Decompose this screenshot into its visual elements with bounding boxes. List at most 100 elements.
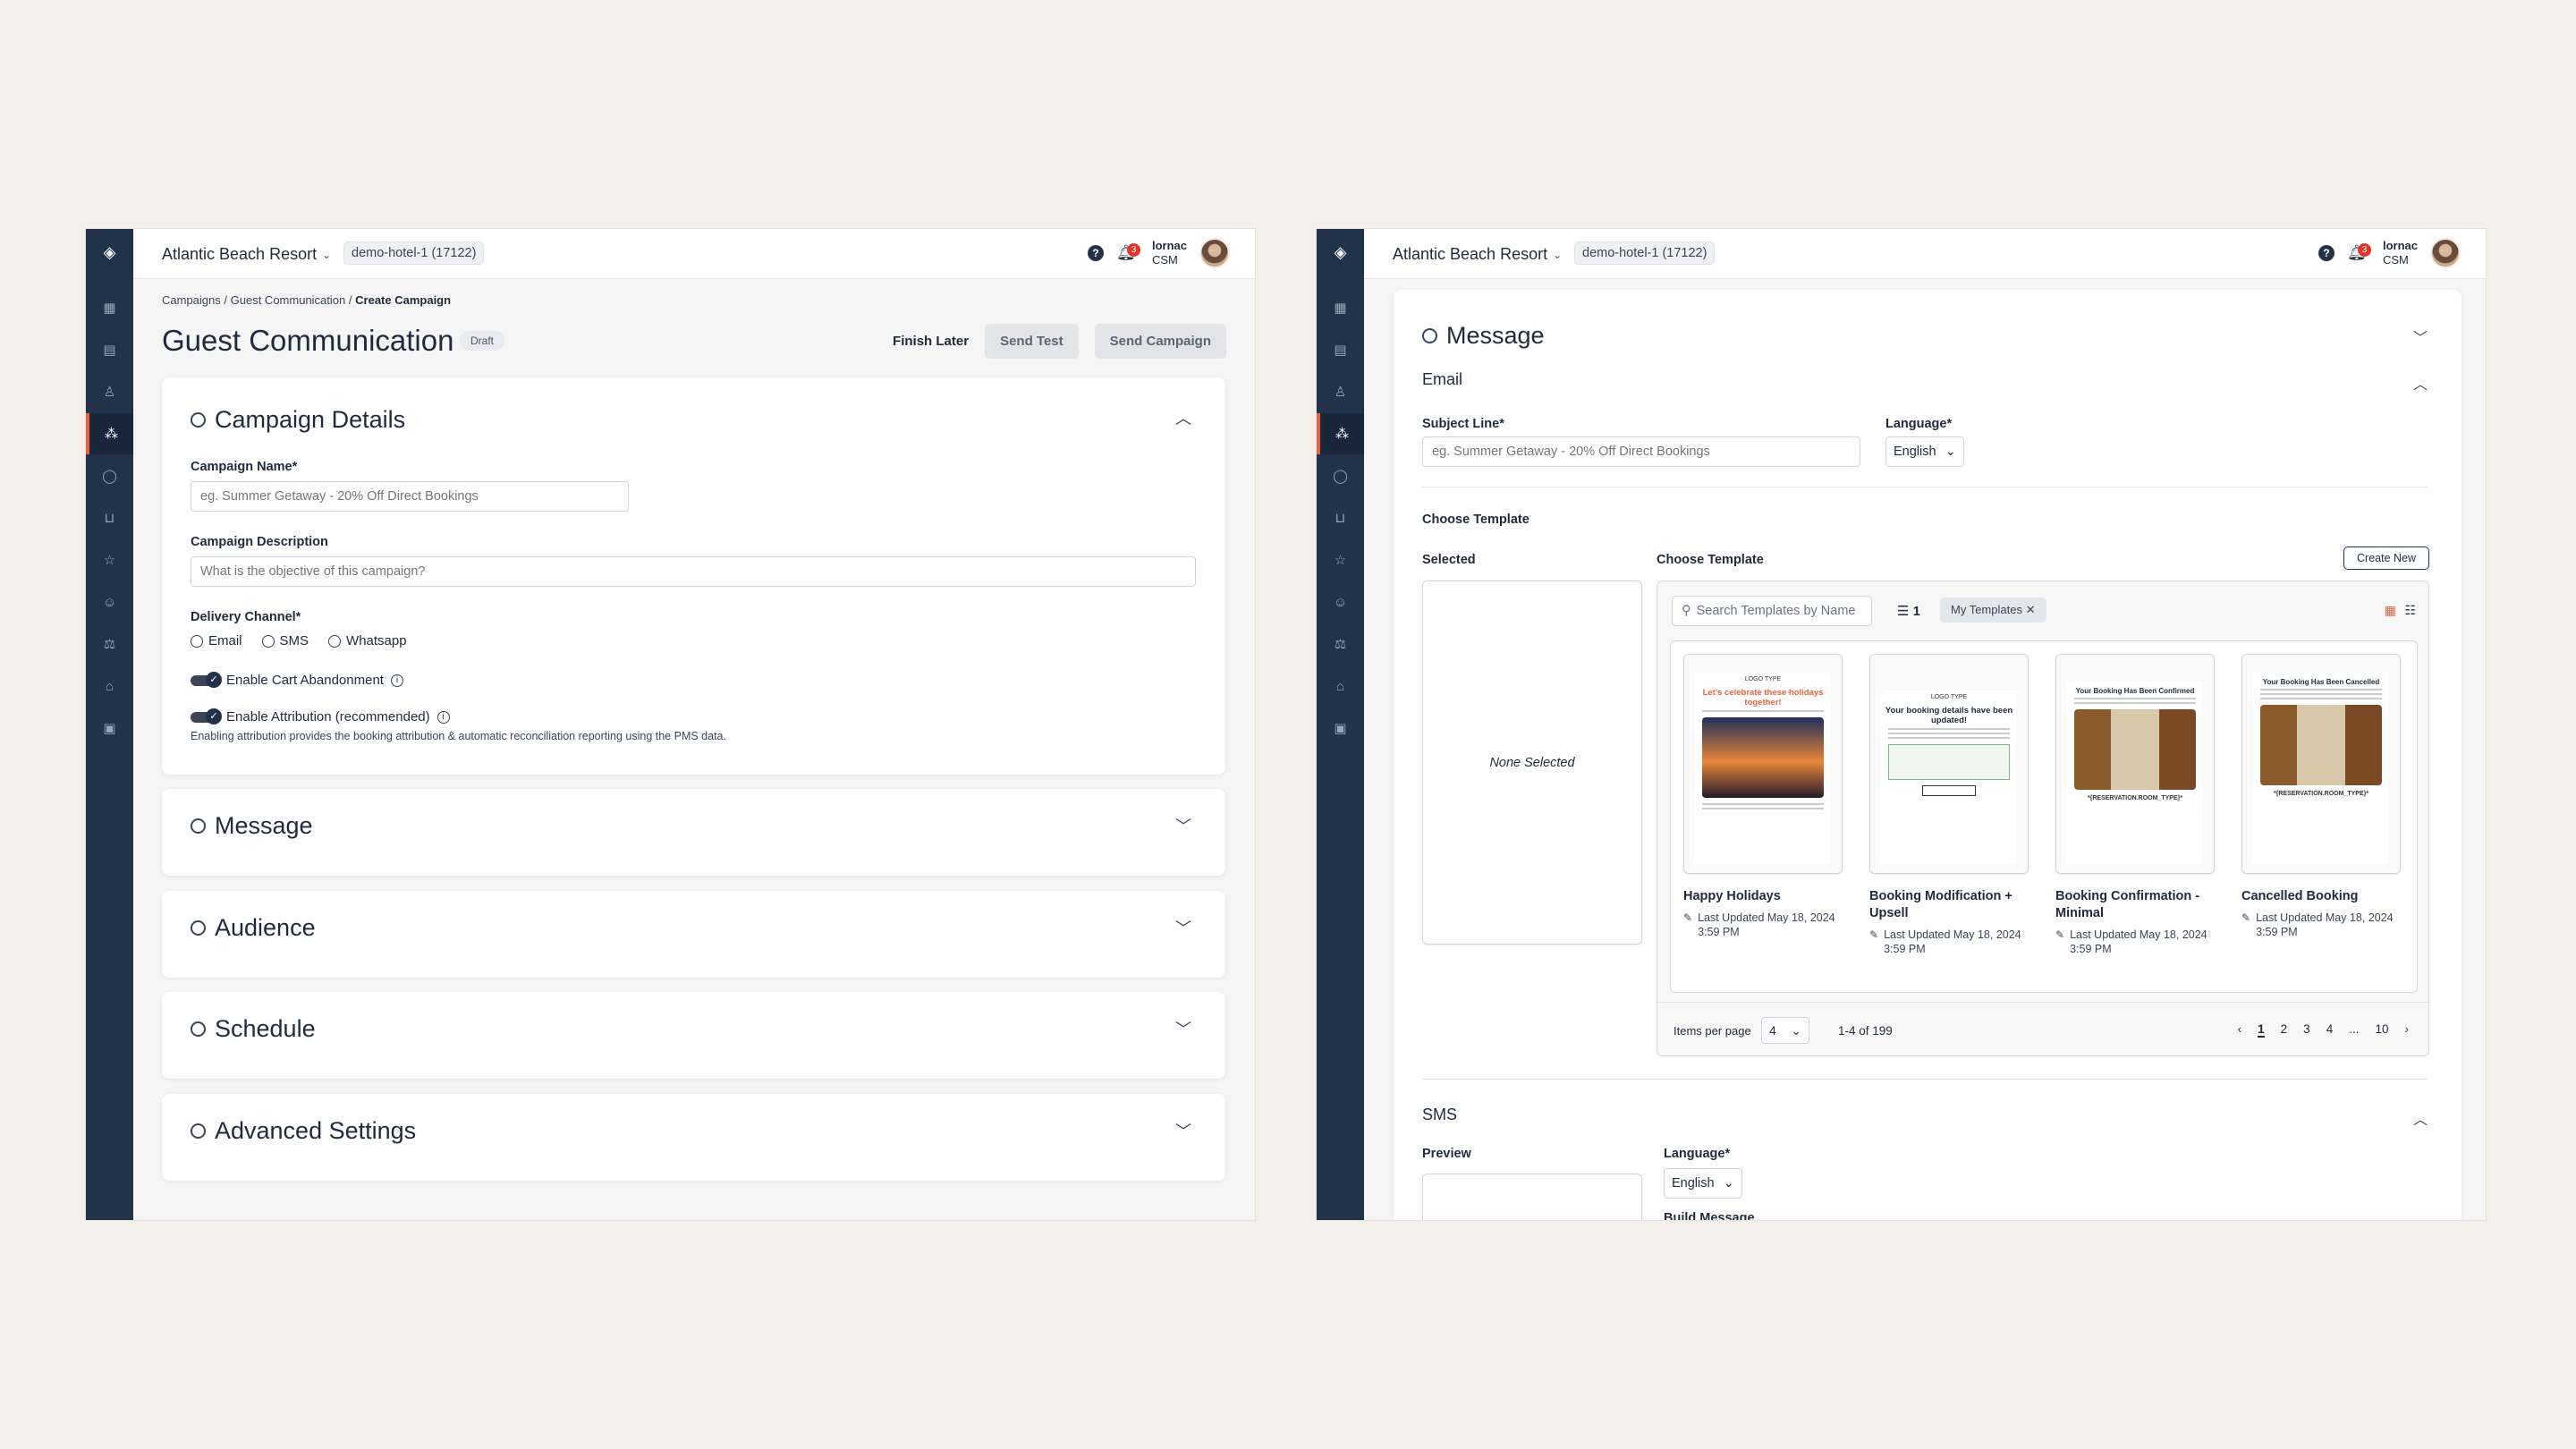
chevron-up-icon[interactable]: ︿ — [2413, 372, 2428, 394]
segments-icon[interactable]: ⚖ — [1317, 623, 1364, 665]
language-select[interactable]: English ⌄ — [1885, 436, 1964, 467]
campaign-description-input[interactable] — [191, 556, 1196, 587]
filter-chip[interactable]: My Templates ✕ — [1940, 597, 2046, 623]
radio-email[interactable]: Email — [191, 633, 242, 648]
campaign-name-input[interactable] — [191, 481, 629, 512]
chevron-down-icon: ⌄ — [322, 248, 332, 261]
user-icon[interactable]: ♙ — [86, 371, 133, 412]
notification-bell-icon[interactable]: 🔔︎ 3 — [1116, 243, 1140, 262]
avatar[interactable] — [2430, 238, 2461, 268]
help-icon[interactable]: ? — [2318, 245, 2334, 261]
segments-icon[interactable]: ⚖ — [86, 623, 133, 665]
chevron-up-icon[interactable]: ︿ — [2413, 1107, 2428, 1129]
notification-bell-icon[interactable]: 🔔︎ 3 — [2347, 243, 2371, 262]
page-1[interactable]: 1 — [2258, 1022, 2265, 1038]
user-icon[interactable]: ♙ — [1317, 371, 1364, 412]
logo-icon[interactable]: ◈ — [100, 243, 119, 262]
edit-icon[interactable]: ✎ — [2055, 928, 2064, 956]
template-thumbnail[interactable]: Your Booking Has Been Confirmed *{RESERV… — [2055, 654, 2215, 874]
delivery-channel-group: Email SMS Whatsapp — [191, 633, 407, 648]
advanced-settings-section[interactable]: Advanced Settings ﹀ — [162, 1094, 1225, 1181]
page-2[interactable]: 2 — [2281, 1022, 2288, 1038]
subject-line-input[interactable] — [1422, 436, 1860, 467]
sms-language-label: Language* — [1664, 1147, 1731, 1161]
page-4[interactable]: 4 — [2326, 1022, 2334, 1038]
bot-icon[interactable]: ☺ — [86, 581, 133, 623]
help-icon[interactable]: ? — [1087, 245, 1104, 261]
chat-icon[interactable]: ◯ — [86, 455, 133, 496]
campaign-icon[interactable]: ⁂ — [86, 413, 133, 454]
notification-badge: 3 — [2357, 243, 2371, 257]
template-search[interactable]: ⚲ Search Templates by Name — [1672, 596, 1872, 626]
grid-view-icon[interactable]: ▦ — [2385, 603, 2396, 618]
id-card-icon[interactable]: ▣ — [1317, 708, 1364, 749]
info-icon[interactable]: i — [436, 710, 450, 724]
sms-subsection-title: SMS — [1422, 1106, 1458, 1123]
dashboard-icon[interactable]: ▦ — [86, 287, 133, 328]
audience-section[interactable]: Audience ﹀ — [162, 891, 1225, 978]
hotel-icon[interactable]: ⌂ — [1317, 665, 1364, 707]
edit-icon[interactable]: ✎ — [1683, 911, 1692, 939]
chevron-left-icon[interactable]: ‹ — [2238, 1022, 2242, 1038]
breadcrumb-campaigns[interactable]: Campaigns — [162, 293, 221, 307]
chevron-down-icon[interactable]: ﹀ — [1175, 1017, 1191, 1040]
bot-icon[interactable]: ☺ — [1317, 581, 1364, 623]
hotel-icon[interactable]: ⌂ — [86, 665, 133, 707]
finish-later-button[interactable]: Finish Later — [893, 334, 969, 349]
edit-icon[interactable]: ✎ — [1869, 928, 1878, 956]
hotel-selector[interactable]: Atlantic Beach Resort ⌄ — [1393, 245, 1562, 264]
inbox-icon[interactable]: ⊔ — [1317, 497, 1364, 538]
id-card-icon[interactable]: ▣ — [86, 708, 133, 749]
clipboard-icon[interactable]: ▤ — [1317, 329, 1364, 370]
message-section[interactable]: Message ﹀ — [162, 789, 1225, 876]
chevron-right-icon[interactable]: › — [2405, 1022, 2410, 1038]
send-campaign-button[interactable]: Send Campaign — [1094, 324, 1226, 359]
sms-language-select[interactable]: English ⌄ — [1664, 1168, 1742, 1199]
items-per-page-select[interactable]: 4 ⌄ — [1761, 1017, 1809, 1044]
dashboard-icon[interactable]: ▦ — [1317, 287, 1364, 328]
template-card[interactable]: LOGO TYPE Let's celebrate these holidays… — [1683, 654, 1843, 939]
template-card[interactable]: LOGO TYPE Your booking details have been… — [1869, 654, 2029, 956]
user-info[interactable]: lornac CSM — [2383, 239, 2418, 267]
close-icon[interactable]: ✕ — [2026, 603, 2036, 616]
chevron-down-icon[interactable]: ﹀ — [1175, 814, 1191, 837]
chevron-down-icon[interactable]: ﹀ — [2413, 326, 2428, 347]
message-section-title: Message — [215, 812, 313, 839]
edit-icon[interactable]: ✎ — [2241, 911, 2250, 939]
filter-button[interactable]: ☰ 1 — [1897, 603, 1920, 619]
radio-sms-label: SMS — [279, 633, 309, 648]
chevron-down-icon: ⌄ — [1945, 445, 1956, 459]
chevron-up-icon[interactable]: ︿ — [1175, 406, 1191, 429]
radio-whatsapp[interactable]: Whatsapp — [328, 633, 407, 648]
hotel-selector[interactable]: Atlantic Beach Resort ⌄ — [162, 245, 331, 264]
user-info[interactable]: lornac CSM — [1152, 239, 1187, 267]
chat-icon[interactable]: ◯ — [1317, 455, 1364, 496]
thumbnail-image — [2074, 709, 2196, 790]
radio-sms[interactable]: SMS — [261, 633, 309, 648]
list-view-icon[interactable]: ☷ — [2404, 603, 2416, 618]
page-10[interactable]: 10 — [2375, 1022, 2388, 1038]
campaign-icon[interactable]: ⁂ — [1317, 413, 1364, 454]
create-new-button[interactable]: Create New — [2343, 547, 2429, 570]
template-card[interactable]: Your Booking Has Been Confirmed *{RESERV… — [2055, 654, 2215, 956]
clipboard-icon[interactable]: ▤ — [86, 329, 133, 370]
template-card[interactable]: Your Booking Has Been Cancelled *{RESERV… — [2241, 654, 2401, 939]
star-icon[interactable]: ☆ — [1317, 539, 1364, 580]
template-thumbnail[interactable]: Your Booking Has Been Cancelled *{RESERV… — [2241, 654, 2401, 874]
template-thumbnail[interactable]: LOGO TYPE Your booking details have been… — [1869, 654, 2029, 874]
thumbnail-heading: Your booking details have been updated! — [1885, 706, 2013, 725]
inbox-icon[interactable]: ⊔ — [86, 497, 133, 538]
star-icon[interactable]: ☆ — [86, 539, 133, 580]
info-icon[interactable]: i — [390, 674, 403, 687]
chevron-down-icon[interactable]: ﹀ — [1175, 916, 1191, 939]
schedule-section[interactable]: Schedule ﹀ — [162, 992, 1225, 1079]
breadcrumb-guest-communication[interactable]: Guest Communication — [231, 293, 346, 307]
avatar[interactable] — [1199, 238, 1230, 268]
logo-icon[interactable]: ◈ — [1331, 243, 1350, 262]
attribution-toggle[interactable] — [191, 708, 222, 724]
cart-abandonment-toggle[interactable] — [191, 671, 222, 688]
send-test-button[interactable]: Send Test — [985, 324, 1079, 359]
page-3[interactable]: 3 — [2303, 1022, 2310, 1038]
chevron-down-icon[interactable]: ﹀ — [1175, 1119, 1191, 1142]
template-thumbnail[interactable]: LOGO TYPE Let's celebrate these holidays… — [1683, 654, 1843, 874]
